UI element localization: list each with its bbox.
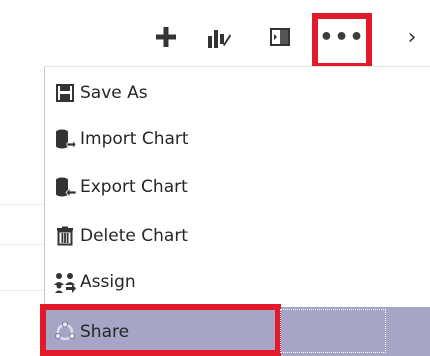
menu-item-export-chart[interactable]: Export Chart	[45, 165, 430, 209]
plus-icon	[156, 27, 176, 47]
chevron-right-icon: ›	[407, 24, 417, 50]
export-chart-icon	[53, 175, 77, 199]
menu-item-delete-chart[interactable]: Delete Chart	[45, 214, 430, 258]
screenshot-stage: ••• › Save As Import Chart Export Chart …	[0, 0, 430, 356]
more-icon: •••	[319, 25, 365, 50]
menu-item-label: Share	[80, 322, 130, 342]
grid-line	[0, 244, 44, 245]
toggle-pane-button[interactable]	[258, 12, 302, 62]
menu-item-label: Save As	[80, 83, 148, 103]
more-options-button[interactable]: •••	[312, 13, 372, 69]
grid-line	[0, 204, 44, 205]
menu-item-assign[interactable]: Assign	[45, 260, 430, 304]
chart-icon	[208, 30, 231, 48]
menu-item-save-as[interactable]: Save As	[45, 71, 430, 115]
menu-item-label: Import Chart	[80, 129, 189, 149]
pane-icon	[270, 28, 290, 46]
menu-item-label: Assign	[80, 272, 136, 292]
add-button[interactable]	[144, 12, 188, 62]
share-icon	[53, 320, 77, 344]
next-button[interactable]: ›	[398, 12, 426, 62]
menu-item-label: Export Chart	[80, 177, 188, 197]
trash-icon	[53, 224, 77, 248]
menu-item-import-chart[interactable]: Import Chart	[45, 117, 430, 161]
more-options-menu: Save As Import Chart Export Chart Delete…	[40, 66, 430, 356]
save-icon	[53, 81, 77, 105]
assign-users-icon	[53, 270, 77, 294]
menu-item-label: Delete Chart	[80, 226, 188, 246]
grid-line	[0, 290, 44, 291]
chart-options-button[interactable]	[197, 12, 241, 62]
menu-item-share[interactable]: Share	[45, 307, 430, 356]
import-chart-icon	[53, 127, 77, 151]
